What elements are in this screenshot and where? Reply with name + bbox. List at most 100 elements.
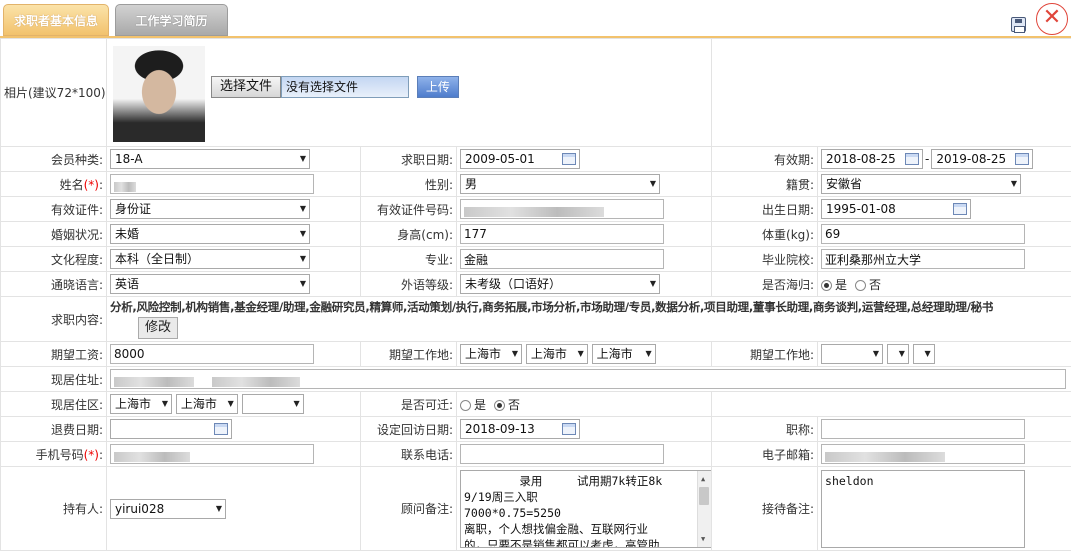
valid-from-value: 2018-08-25 — [826, 152, 896, 166]
overseas-yes-radio[interactable] — [821, 279, 833, 291]
consultant-note-text: 录用 试用期7k转正8k 9/19周三入职 7000*0.75=5250 离职，… — [464, 473, 663, 548]
workplace-city-select[interactable]: 上海市 — [525, 344, 588, 364]
education-label: 文化程度: — [0, 246, 107, 272]
workplace-label: 期望工作地: — [360, 341, 457, 367]
workplace-province-select[interactable]: 上海市 — [460, 344, 522, 364]
valid-to-field[interactable]: 2019-08-25 — [931, 149, 1034, 169]
title-input[interactable] — [821, 419, 1026, 439]
date-dash: - — [925, 151, 930, 166]
language-level-select[interactable]: 未考级（口语好） — [460, 274, 660, 294]
tab-basic-info[interactable]: 求职者基本信息 — [3, 4, 109, 36]
calendar-icon[interactable] — [905, 153, 920, 165]
name-label: 姓名(*): — [0, 171, 107, 197]
holder-select[interactable]: yirui028 — [110, 498, 226, 519]
calendar-icon[interactable] — [562, 423, 576, 435]
required-mark: (*) — [83, 177, 99, 192]
district-area-select[interactable] — [241, 394, 304, 414]
relocate-no-label: 否 — [508, 397, 521, 412]
birth-date-value: 1995-01-08 — [826, 202, 896, 216]
salary-label: 期望工资: — [0, 341, 107, 367]
reception-note-text: sheldon — [825, 473, 874, 488]
calendar-icon[interactable] — [562, 153, 576, 165]
job-intent-label: 求职内容: — [0, 296, 107, 342]
scrollbar[interactable] — [697, 470, 711, 547]
close-icon[interactable]: ✕ — [1036, 3, 1068, 35]
apply-date-field[interactable]: 2009-05-01 — [460, 149, 580, 169]
language-level-label: 外语等级: — [360, 271, 457, 297]
member-type-label: 会员种类: — [0, 146, 107, 172]
school-input[interactable] — [821, 249, 1026, 269]
choose-file-button[interactable]: 选择文件 — [211, 75, 282, 98]
workplace-district-select[interactable]: 上海市 — [591, 344, 656, 364]
email-input[interactable] — [821, 444, 1026, 464]
relocate-label: 是否可迁: — [360, 391, 457, 417]
required-mark: (*) — [83, 447, 99, 462]
marital-label: 婚姻状况: — [0, 221, 107, 247]
overseas-no-label: 否 — [869, 277, 882, 292]
tab-resume[interactable]: 工作学习简历 — [115, 4, 228, 36]
revisit-date-value: 2018-09-13 — [465, 422, 535, 436]
colon: : — [98, 447, 103, 462]
calendar-icon[interactable] — [214, 423, 228, 435]
upload-button[interactable]: 上传 — [416, 75, 459, 98]
save-icon[interactable] — [1011, 17, 1026, 33]
relocate-yes-label: 是 — [474, 397, 487, 412]
relocate-yes-radio[interactable] — [460, 399, 471, 411]
revisit-date-label: 设定回访日期: — [360, 416, 457, 442]
workplace2-province-select[interactable] — [821, 344, 884, 364]
job-intent-text: 分析,风险控制,机构销售,基金经理/助理,金融研究员,精算师,活动策划/执行,商… — [110, 300, 994, 314]
apply-date-label: 求职日期: — [360, 146, 457, 172]
origin-label: 籍贯: — [711, 171, 819, 197]
phone-input[interactable] — [460, 444, 664, 464]
district-city-select[interactable]: 上海市 — [175, 394, 238, 414]
overseas-no-radio[interactable] — [855, 279, 867, 291]
valid-from-field[interactable]: 2018-08-25 — [821, 149, 924, 169]
overseas-yes-label: 是 — [835, 277, 848, 292]
language-select[interactable]: 英语 — [110, 274, 310, 294]
phone-label: 联系电话: — [360, 441, 457, 467]
mobile-input[interactable] — [110, 444, 314, 464]
education-select[interactable]: 本科（全日制） — [110, 249, 310, 269]
overseas-label: 是否海归: — [711, 271, 819, 297]
edit-job-intent-button[interactable]: 修改 — [138, 317, 179, 339]
refund-date-field[interactable] — [110, 419, 232, 439]
gender-select[interactable]: 男 — [460, 174, 660, 194]
height-input[interactable] — [460, 224, 664, 244]
origin-select[interactable]: 安徽省 — [821, 174, 1022, 194]
consultant-note-textarea[interactable]: 录用 试用期7k转正8k 9/19周三入职 7000*0.75=5250 离职，… — [460, 469, 711, 548]
weight-label: 体重(kg): — [711, 221, 819, 247]
major-input[interactable] — [460, 249, 664, 269]
calendar-icon[interactable] — [1015, 153, 1030, 165]
reception-note-textarea[interactable]: sheldon — [821, 469, 1026, 548]
valid-to-value: 2019-08-25 — [936, 152, 1007, 166]
id-type-select[interactable]: 身份证 — [110, 199, 310, 219]
marital-select[interactable]: 未婚 — [110, 224, 310, 244]
calendar-icon[interactable] — [953, 203, 968, 215]
address-label: 现居住址: — [0, 366, 107, 392]
title-label: 职称: — [711, 416, 819, 442]
relocate-no-radio[interactable] — [494, 399, 506, 411]
workplace2-district-select[interactable] — [912, 344, 935, 364]
id-number-label: 有效证件号码: — [360, 196, 457, 222]
address-input[interactable] — [110, 369, 1066, 389]
district-province-select[interactable]: 上海市 — [110, 394, 172, 414]
valid-label: 有效期: — [711, 146, 819, 172]
consultant-note-label: 顾问备注: — [360, 466, 457, 551]
member-type-select[interactable]: 18-A — [110, 149, 310, 169]
id-number-input[interactable] — [460, 199, 664, 219]
name-input[interactable] — [110, 174, 314, 194]
height-label: 身高(cm): — [360, 221, 457, 247]
apply-date-value: 2009-05-01 — [465, 152, 535, 166]
mobile-label-text: 手机号码 — [35, 447, 84, 462]
weight-input[interactable] — [821, 224, 1026, 244]
revisit-date-field[interactable]: 2018-09-13 — [460, 419, 580, 439]
profile-form: 相片(建议72*100): 选择文件没有选择文件 上传 会员种类: 18-A 求… — [0, 38, 1071, 551]
member-photo — [113, 45, 205, 142]
salary-input[interactable] — [110, 344, 314, 364]
photo-label: 相片(建议72*100): — [0, 38, 107, 147]
workplace2-city-select[interactable] — [886, 344, 909, 364]
colon: : — [98, 177, 103, 192]
birth-date-field[interactable]: 1995-01-08 — [821, 199, 972, 219]
district-label: 现居住区: — [0, 391, 107, 417]
major-label: 专业: — [360, 246, 457, 272]
